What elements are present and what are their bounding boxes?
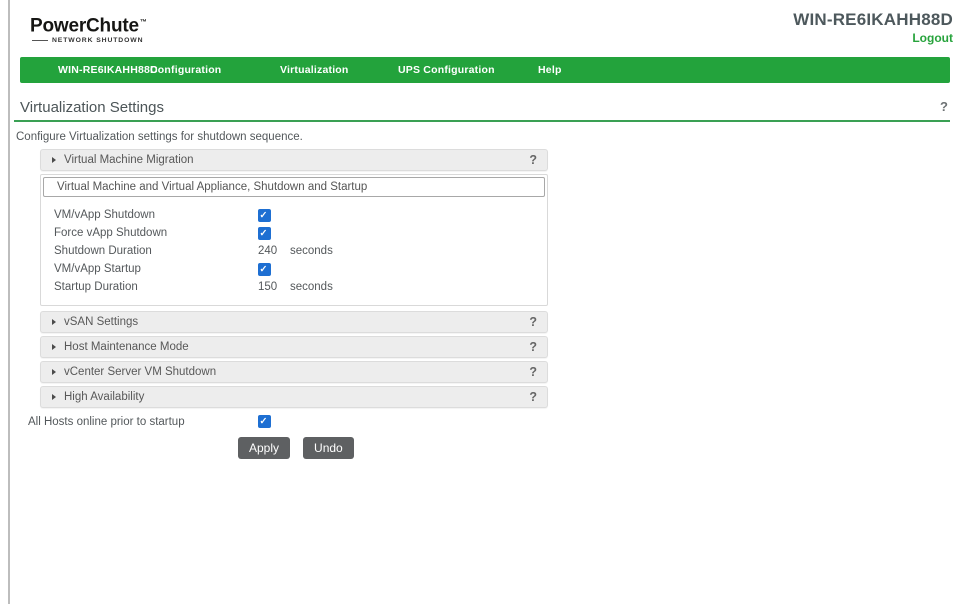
- setting-label: Force vApp Shutdown: [54, 227, 258, 239]
- nav-item-virtualization[interactable]: Virtualization: [280, 57, 349, 83]
- accordion-host-maintenance-mode[interactable]: Host Maintenance Mode ?: [40, 336, 548, 358]
- all-hosts-row: All Hosts online prior to startup: [28, 415, 950, 428]
- setting-label: VM/vApp Startup: [54, 263, 258, 275]
- powerchute-app-window: PowerChute™ NETWORK SHUTDOWN WIN-RE6IKAH…: [0, 0, 960, 604]
- apply-button[interactable]: Apply: [238, 437, 290, 459]
- tagline-text: NETWORK SHUTDOWN: [52, 37, 143, 44]
- setting-row-vm-vapp-startup: VM/vApp Startup: [54, 260, 534, 278]
- setting-label: Shutdown Duration: [54, 245, 258, 257]
- expand-arrow-icon: [52, 369, 56, 375]
- expand-arrow-icon: [52, 157, 56, 163]
- tagline-dash: [32, 40, 48, 41]
- help-icon[interactable]: ?: [529, 365, 537, 379]
- expand-arrow-icon: [52, 319, 56, 325]
- page-description: Configure Virtualization settings for sh…: [16, 131, 950, 143]
- vm-vapp-shutdown-checkbox[interactable]: [258, 209, 271, 222]
- nav-item-configuration[interactable]: Configuration: [150, 57, 221, 83]
- accordion-label: Virtual Machine Migration: [64, 154, 194, 166]
- window-left-border: [8, 0, 10, 604]
- panel-header: Virtual Machine and Virtual Appliance, S…: [43, 177, 545, 197]
- force-vapp-shutdown-checkbox[interactable]: [258, 227, 271, 240]
- page-help-icon[interactable]: ?: [940, 99, 950, 114]
- help-icon[interactable]: ?: [529, 340, 537, 354]
- page-title-row: Virtualization Settings ?: [20, 99, 950, 116]
- logout-link[interactable]: Logout: [912, 31, 953, 46]
- vm-shutdown-startup-panel: Virtual Machine and Virtual Appliance, S…: [40, 174, 548, 306]
- settings-panels: Virtual Machine Migration ? Virtual Mach…: [40, 149, 548, 408]
- setting-label: Startup Duration: [54, 281, 258, 293]
- brand-name: PowerChute™: [30, 13, 147, 36]
- accordion-high-availability[interactable]: High Availability ?: [40, 386, 548, 408]
- action-buttons: Apply Undo: [238, 437, 950, 459]
- help-icon[interactable]: ?: [529, 390, 537, 404]
- nav-item-ups-configuration[interactable]: UPS Configuration: [398, 57, 495, 83]
- nav-item-help[interactable]: Help: [538, 57, 562, 83]
- undo-button[interactable]: Undo: [303, 437, 354, 459]
- accordion-vcenter-server-vm-shutdown[interactable]: vCenter Server VM Shutdown ?: [40, 361, 548, 383]
- shutdown-duration-unit: seconds: [290, 245, 333, 257]
- trademark-symbol: ™: [140, 19, 147, 26]
- accordion-label: High Availability: [64, 391, 144, 403]
- hostname-label: WIN-RE6IKAHH88D: [793, 10, 953, 29]
- expand-arrow-icon: [52, 344, 56, 350]
- accordion-label: Host Maintenance Mode: [64, 341, 189, 353]
- accordion-vsan-settings[interactable]: vSAN Settings ?: [40, 311, 548, 333]
- setting-row-vm-vapp-shutdown: VM/vApp Shutdown: [54, 206, 534, 224]
- startup-duration-unit: seconds: [290, 281, 333, 293]
- accordion-label: vSAN Settings: [64, 316, 138, 328]
- accordion-vm-migration[interactable]: Virtual Machine Migration ?: [40, 149, 548, 171]
- help-icon[interactable]: ?: [529, 153, 537, 167]
- nav-item-hostname[interactable]: WIN-RE6IKAHH88D: [58, 57, 158, 83]
- shutdown-duration-value[interactable]: 240: [258, 245, 280, 257]
- title-divider: [14, 120, 950, 122]
- page-title: Virtualization Settings: [20, 99, 164, 116]
- page-content: Virtualization Settings ? Configure Virt…: [20, 99, 950, 459]
- main-nav-bar: WIN-RE6IKAHH88D Configuration Virtualiza…: [20, 57, 950, 83]
- brand-tagline: NETWORK SHUTDOWN: [32, 37, 147, 44]
- expand-arrow-icon: [52, 394, 56, 400]
- help-icon[interactable]: ?: [529, 315, 537, 329]
- setting-row-startup-duration: Startup Duration 150 seconds: [54, 278, 534, 296]
- setting-label: VM/vApp Shutdown: [54, 209, 258, 221]
- vm-vapp-startup-checkbox[interactable]: [258, 263, 271, 276]
- all-hosts-label: All Hosts online prior to startup: [28, 416, 258, 428]
- powerchute-logo: PowerChute™ NETWORK SHUTDOWN: [30, 13, 147, 44]
- accordion-label: vCenter Server VM Shutdown: [64, 366, 216, 378]
- all-hosts-checkbox[interactable]: [258, 415, 271, 428]
- setting-row-force-vapp-shutdown: Force vApp Shutdown: [54, 224, 534, 242]
- startup-duration-value[interactable]: 150: [258, 281, 280, 293]
- brand-name-text: PowerChute: [30, 15, 139, 36]
- session-info: WIN-RE6IKAHH88D Logout: [793, 10, 953, 47]
- setting-row-shutdown-duration: Shutdown Duration 240 seconds: [54, 242, 534, 260]
- panel-rows: VM/vApp Shutdown Force vApp Shutdown Shu…: [41, 199, 547, 305]
